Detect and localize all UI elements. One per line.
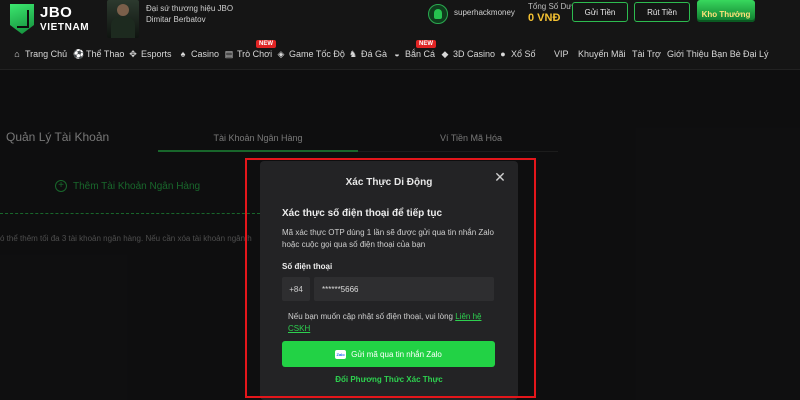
ambassador-name: Dimitar Berbatov — [146, 15, 206, 24]
nav-label: Đại Lý — [743, 49, 769, 59]
home-icon: ⌂ — [14, 49, 20, 59]
nav-item-vip[interactable]: VIP — [554, 49, 569, 59]
jbo-shield-icon — [10, 4, 34, 34]
balance-label: Tổng Số Dư — [528, 2, 572, 11]
nav-label: Trang Chủ — [25, 49, 68, 59]
balance-value: 0 VNĐ — [528, 12, 561, 24]
username[interactable]: superhackmoney — [454, 8, 515, 17]
ambassador-caption: Đại sứ thương hiệu JBO Dimitar Berbatov — [146, 3, 233, 25]
jbo-logo[interactable]: JBO VIETNAM — [10, 2, 90, 36]
nav-item-lottery[interactable]: ● Xổ Số — [498, 49, 536, 59]
top-header: JBO VIETNAM Đại sứ thương hiệu JBO Dimit… — [0, 0, 800, 40]
nav-label: Giới Thiệu Bạn Bè — [667, 49, 741, 59]
nav-item-sponsorship[interactable]: Tài Trợ — [632, 49, 661, 59]
nav-item-home[interactable]: ⌂ Trang Chủ — [12, 49, 67, 59]
deposit-button[interactable]: Gửi Tiền — [572, 2, 628, 22]
nav-item-games[interactable]: NEW ▤ Trò Chơi — [224, 40, 276, 59]
rooster-icon: ♞ — [348, 49, 358, 59]
nav-label: Xổ Số — [511, 49, 536, 59]
nav-label: Trò Chơi — [237, 49, 273, 59]
page: JBO VIETNAM Đại sứ thương hiệu JBO Dimit… — [0, 0, 800, 400]
nav-label: 3D Casino — [453, 49, 496, 59]
withdraw-button[interactable]: Rút Tiền — [634, 2, 690, 22]
user-avatar-icon[interactable] — [428, 4, 448, 24]
nav-label: Khuyến Mãi — [578, 49, 626, 59]
nav-label: Tài Trợ — [632, 49, 661, 59]
nav-label: Bắn Cá — [405, 49, 436, 59]
nav-label: Thể Thao — [86, 49, 125, 59]
ambassador-photo — [107, 0, 139, 38]
new-badge: NEW — [256, 40, 276, 48]
logo-text-secondary: VIETNAM — [40, 22, 90, 33]
slot-icon: ▤ — [224, 49, 234, 59]
new-badge: NEW — [416, 40, 436, 48]
spade-icon: ♠ — [180, 49, 186, 59]
soccer-ball-icon: ⚽ — [73, 49, 85, 59]
ambassador-title: Đại sứ thương hiệu JBO — [146, 4, 234, 13]
nav-item-esports[interactable]: ✥ Esports — [128, 49, 172, 59]
nav-label: Casino — [191, 49, 220, 59]
reward-chest-button[interactable]: Kho Thưởng — [697, 0, 755, 22]
logo-text-primary: JBO — [40, 4, 73, 21]
fish-icon: ◒ — [394, 49, 400, 59]
controller-icon: ◈ — [277, 49, 285, 59]
nav-label: VIP — [554, 49, 569, 59]
nav-label: Game Tốc Độ — [289, 49, 345, 59]
gamepad-icon: ✥ — [129, 49, 137, 59]
nav-label: Esports — [141, 49, 172, 59]
nav-item-agent[interactable]: Đại Lý — [743, 49, 769, 59]
nav-item-promotions[interactable]: Khuyến Mãi — [578, 49, 626, 59]
nav-item-sports[interactable]: ⚽ Thể Thao — [73, 49, 124, 59]
nav-item-casino[interactable]: ♠ Casino — [178, 49, 219, 59]
nav-item-fast-games[interactable]: ◈ Game Tốc Độ — [276, 49, 345, 59]
main-nav: ⌂ Trang Chủ ⚽ Thể Thao ✥ Esports ♠ Casin… — [0, 40, 800, 70]
lottery-ball-icon: ● — [500, 49, 506, 59]
nav-item-referral[interactable]: Giới Thiệu Bạn Bè — [667, 49, 741, 59]
nav-item-3d-casino[interactable]: ◆ 3D Casino — [440, 49, 496, 59]
cube-icon: ◆ — [441, 49, 449, 59]
nav-label: Đá Gà — [361, 49, 388, 59]
highlight-frame — [245, 158, 536, 398]
nav-item-fishing[interactable]: NEW ◒ Bắn Cá — [392, 40, 436, 59]
nav-item-cockfight[interactable]: ♞ Đá Gà — [348, 49, 387, 59]
